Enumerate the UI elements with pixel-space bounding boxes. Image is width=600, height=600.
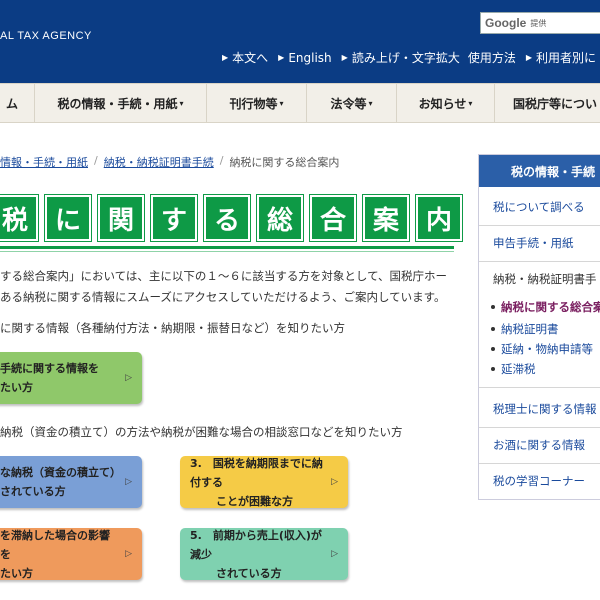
chevron-down-icon: ▾ xyxy=(279,98,284,108)
divider xyxy=(479,463,600,464)
intro-text: する総合案内」においては、主に以下の１～６に該当する方を対象として、国税庁ホー … xyxy=(0,269,448,304)
chevron-down-icon: ▾ xyxy=(468,98,473,108)
triangle-right-icon: ▶ xyxy=(525,53,533,62)
bullet-icon xyxy=(491,305,495,309)
breadcrumb-separator: / xyxy=(219,154,224,167)
google-sub-label: 提供 xyxy=(530,18,547,28)
nav-item-home[interactable]: ム xyxy=(0,84,35,122)
breadcrumb-link-payment[interactable]: 納税・納税証明書手続 xyxy=(104,154,214,170)
title-underline xyxy=(0,246,454,249)
sidebar-heading: 税の情報・手続 xyxy=(479,155,600,187)
breadcrumb-separator: / xyxy=(94,154,98,167)
sidebar-item-alcohol[interactable]: お酒に関する情報 xyxy=(479,437,600,453)
title-char: 案 xyxy=(363,195,409,241)
breadcrumb-link-tax-info[interactable]: 情報・手続・用紙 xyxy=(0,154,88,170)
triangle-right-icon: ▶ xyxy=(278,53,285,62)
sidebar-item-filing[interactable]: 申告手続・用紙 xyxy=(479,235,600,251)
page-title: 税 に 関 す る 総 合 案 内 xyxy=(0,195,462,241)
sidebar-subitem-delinquency-tax[interactable]: 延滞税 xyxy=(479,361,600,377)
title-underline-thin xyxy=(0,251,454,252)
search-input[interactable]: Google 提供 xyxy=(480,12,600,34)
breadcrumb-current: 納税に関する総合案内 xyxy=(229,156,340,169)
divider xyxy=(479,387,600,388)
bullet-icon xyxy=(491,347,495,351)
sidebar-item-research[interactable]: 税について調べる xyxy=(479,199,600,215)
nav-item-about[interactable]: 国税庁等につい xyxy=(495,84,600,122)
play-arrow-icon: ▷ xyxy=(125,548,132,559)
link-by-user[interactable]: ▶ 利用者別に xyxy=(526,49,596,66)
breadcrumb: 情報・手続・用紙 / 納税・納税証明書手続 / 納税に関する総合案内 xyxy=(0,154,339,170)
card-delinquency-impact[interactable]: を滞納した場合の影響を たい方 ▷ xyxy=(0,528,142,580)
divider xyxy=(479,427,600,428)
card-payment-difficult[interactable]: 3. 国税を納期限までに納付する ことが困難な方 ▷ xyxy=(180,456,348,508)
sidebar-item-tax-accountant[interactable]: 税理士に関する情報 xyxy=(479,401,600,417)
title-char: 内 xyxy=(416,195,462,241)
title-char: 総 xyxy=(257,195,303,241)
triangle-right-icon: ▶ xyxy=(222,53,229,62)
title-char: 関 xyxy=(98,195,144,241)
link-read-aloud[interactable]: ▶ 読み上げ・文字拡大 xyxy=(342,49,460,66)
top-links: ▶ 本文へ ▶ English ▶ 読み上げ・文字拡大 使用方法 ▶ 利用者別に xyxy=(222,49,596,66)
play-arrow-icon: ▷ xyxy=(125,476,132,487)
nav-item-tax-info[interactable]: 税の情報・手続・用紙 ▾ xyxy=(35,84,207,122)
link-skip-to-content[interactable]: ▶ 本文へ xyxy=(222,49,268,66)
card-planned-payment[interactable]: な納税（資金の積立て） されている方 ▷ xyxy=(0,456,142,508)
card-sales-decreased[interactable]: 5. 前期から売上(収入)が減少 されている方 ▷ xyxy=(180,528,348,580)
sidebar-subitem-deferred[interactable]: 延納・物納申請等 xyxy=(479,341,600,357)
google-logo: Google xyxy=(485,16,527,30)
chevron-down-icon: ▾ xyxy=(179,98,184,108)
site-header: AL TAX AGENCY Google 提供 ▶ 本文へ ▶ English … xyxy=(0,0,600,83)
question-heading-2: 納税（資金の積立て）の方法や納税が困難な場合の相談窓口などを知りたい方 xyxy=(0,425,403,439)
link-how-to-use[interactable]: 使用方法 xyxy=(468,49,516,66)
play-arrow-icon: ▷ xyxy=(125,372,132,383)
sidebar-item-learning[interactable]: 税の学習コーナー xyxy=(479,473,600,489)
sidebar: 税の情報・手続 税について調べる 申告手続・用紙 納税・納税証明書手 納税に関す… xyxy=(478,154,600,500)
nav-item-laws[interactable]: 法令等 ▾ xyxy=(307,84,397,122)
chevron-down-icon: ▾ xyxy=(368,98,373,108)
question-heading-1: に関する情報（各種納付方法・納期限・振替日など）を知りたい方 xyxy=(0,321,345,335)
nav-item-publications[interactable]: 刊行物等 ▾ xyxy=(207,84,307,122)
title-char: 税 xyxy=(0,195,38,241)
bullet-icon xyxy=(491,367,495,371)
title-char: 合 xyxy=(310,195,356,241)
play-arrow-icon: ▷ xyxy=(331,476,338,487)
title-char: に xyxy=(45,195,91,241)
triangle-right-icon: ▶ xyxy=(341,53,348,62)
sidebar-subitem-current[interactable]: 納税に関する総合案 xyxy=(479,299,600,315)
title-char: す xyxy=(151,195,197,241)
agency-name[interactable]: AL TAX AGENCY xyxy=(0,30,92,42)
bullet-icon xyxy=(491,327,495,331)
card-payment-procedure[interactable]: 手続に関する情報を たい方 ▷ xyxy=(0,352,142,404)
play-arrow-icon: ▷ xyxy=(331,548,338,559)
global-nav: ム 税の情報・手続・用紙 ▾ 刊行物等 ▾ 法令等 ▾ お知らせ ▾ 国税庁等につい xyxy=(0,83,600,123)
nav-item-news[interactable]: お知らせ ▾ xyxy=(397,84,495,122)
title-char: る xyxy=(204,195,250,241)
divider xyxy=(479,261,600,262)
sidebar-subitem-certificate[interactable]: 納税証明書 xyxy=(479,321,600,337)
sidebar-item-payment[interactable]: 納税・納税証明書手 xyxy=(479,271,600,287)
divider xyxy=(479,225,600,226)
link-english[interactable]: ▶ English xyxy=(278,49,332,66)
